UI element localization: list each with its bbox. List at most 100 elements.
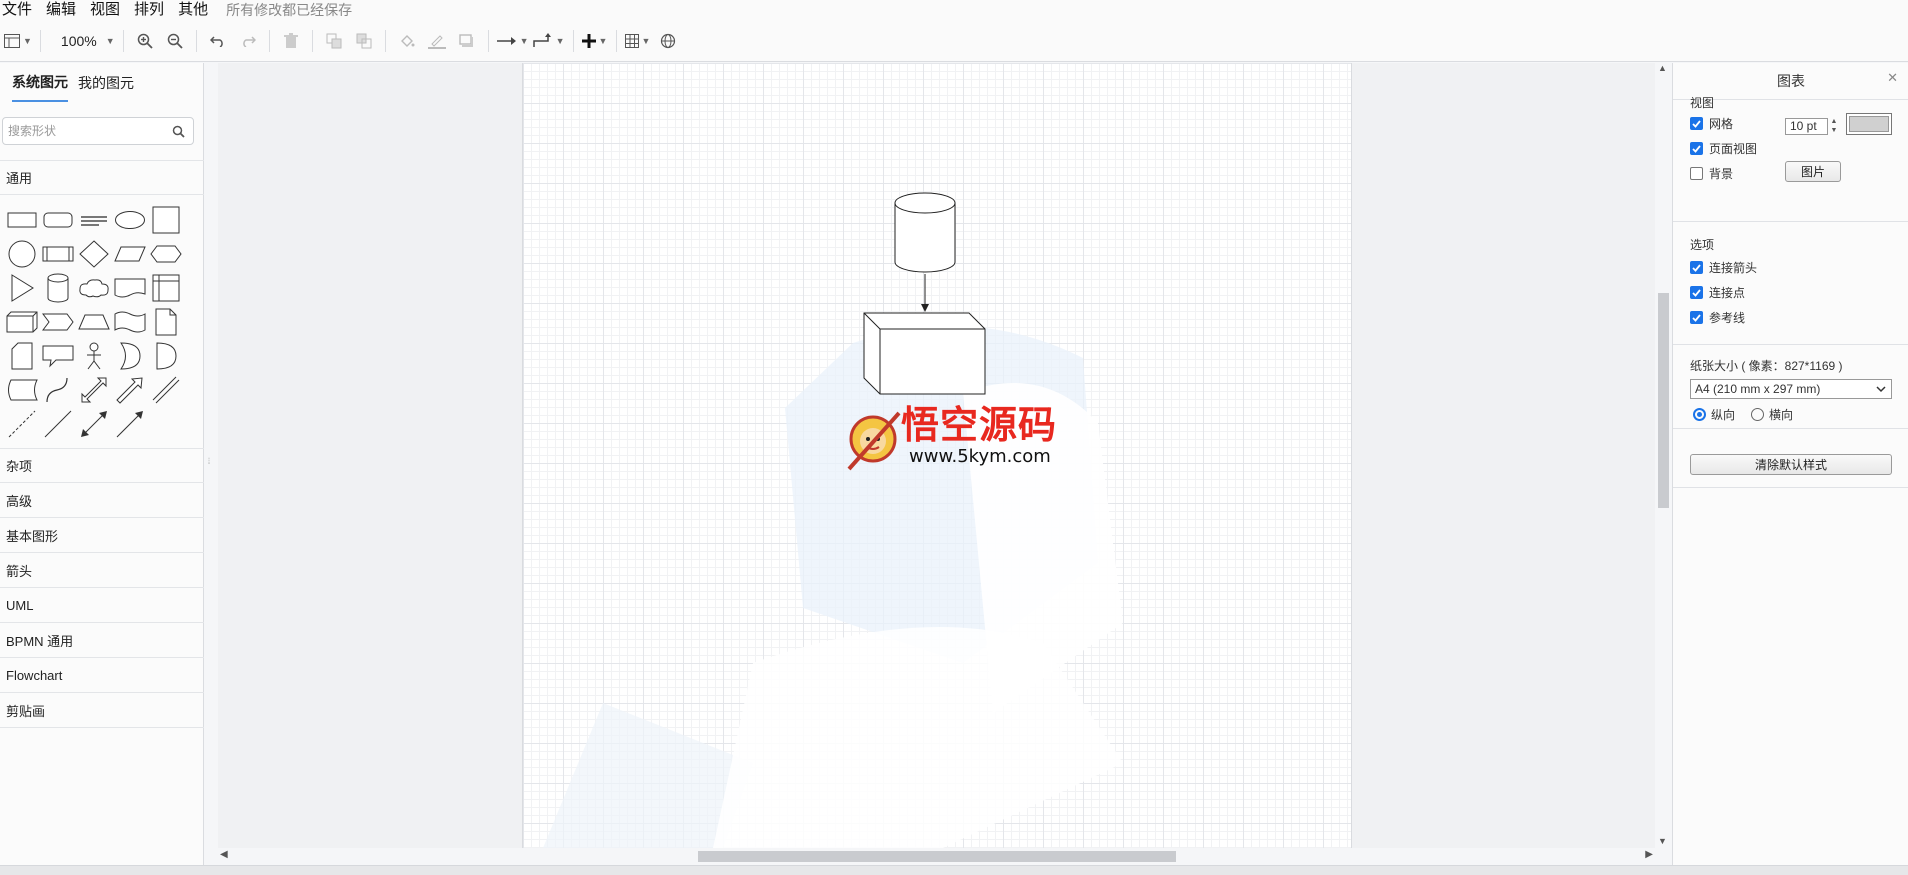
shape-circle[interactable]: [4, 237, 40, 271]
scroll-down-icon[interactable]: ▼: [1658, 836, 1667, 846]
category-uml[interactable]: UML: [0, 588, 204, 623]
menu-file[interactable]: 文件: [0, 1, 40, 19]
connection-points-checkbox[interactable]: [1690, 286, 1703, 299]
shape-rounded-rectangle[interactable]: [40, 203, 76, 237]
shape-ellipse[interactable]: [112, 203, 148, 237]
grid-size-stepper[interactable]: ▲ ▼: [1828, 117, 1840, 136]
close-icon[interactable]: ✕: [1887, 70, 1898, 86]
cylinder-shape[interactable]: [894, 192, 956, 274]
shape-bidirectional-arrow[interactable]: [76, 373, 112, 407]
connection-arrows-row[interactable]: 连接箭头: [1690, 259, 1757, 276]
redo-button[interactable]: [235, 26, 261, 56]
clear-default-style-button[interactable]: 清除默认样式: [1690, 454, 1892, 475]
shape-bidirectional-connector[interactable]: [76, 407, 112, 441]
connection-arrows-checkbox[interactable]: [1690, 261, 1703, 274]
category-bpmn[interactable]: BPMN 通用: [0, 623, 204, 658]
shape-process[interactable]: [40, 237, 76, 271]
background-checkbox-row[interactable]: 背景: [1690, 165, 1733, 182]
to-back-button[interactable]: [351, 26, 377, 56]
zoom-out-button[interactable]: [162, 26, 188, 56]
page-view-checkbox[interactable]: [1690, 142, 1703, 155]
shape-trapezoid[interactable]: [76, 305, 112, 339]
shape-diamond[interactable]: [76, 237, 112, 271]
shape-text[interactable]: [76, 203, 112, 237]
diagram-page[interactable]: 悟空源码 www.5kym.com: [522, 63, 1352, 848]
grid-size-input[interactable]: 10 pt: [1785, 118, 1828, 135]
horizontal-scrollbar[interactable]: ◀ ▶: [218, 848, 1655, 865]
waypoints-button[interactable]: ▼: [532, 26, 565, 56]
shape-rectangle[interactable]: [4, 203, 40, 237]
guides-checkbox[interactable]: [1690, 311, 1703, 324]
shape-note[interactable]: [148, 305, 184, 339]
sidebar-splitter[interactable]: ⦙: [204, 63, 218, 865]
landscape-radio-row[interactable]: 横向: [1751, 406, 1793, 423]
delete-button[interactable]: [278, 26, 304, 56]
shape-triangle[interactable]: [4, 271, 40, 305]
shape-internal-storage[interactable]: [148, 271, 184, 305]
scroll-left-icon[interactable]: ◀: [220, 849, 228, 860]
portrait-radio-row[interactable]: 纵向: [1693, 406, 1735, 423]
menu-view[interactable]: 视图: [84, 1, 128, 19]
shadow-button[interactable]: [454, 26, 480, 56]
splitter-handle-icon[interactable]: ⦙: [208, 456, 210, 467]
scroll-up-icon[interactable]: ▲: [1658, 63, 1667, 73]
search-input[interactable]: [3, 124, 168, 138]
fill-color-button[interactable]: [394, 26, 420, 56]
grid-checkbox[interactable]: [1690, 117, 1703, 130]
insert-button[interactable]: ▼: [581, 26, 608, 56]
shape-step[interactable]: [40, 305, 76, 339]
language-button[interactable]: [655, 26, 681, 56]
shape-line[interactable]: [40, 407, 76, 441]
shape-hexagon[interactable]: [148, 237, 184, 271]
shape-actor[interactable]: [76, 339, 112, 373]
grid-color-button[interactable]: [1846, 113, 1892, 135]
shape-data-storage[interactable]: [4, 373, 40, 407]
shape-document[interactable]: [112, 271, 148, 305]
zoom-in-button[interactable]: [132, 26, 158, 56]
category-arrows[interactable]: 箭头: [0, 553, 204, 588]
shape-square[interactable]: [148, 203, 184, 237]
panels-button[interactable]: ▼: [4, 26, 32, 56]
shape-and[interactable]: [148, 339, 184, 373]
shape-cylinder[interactable]: [40, 271, 76, 305]
shape-or[interactable]: [112, 339, 148, 373]
shape-card[interactable]: [4, 339, 40, 373]
paper-size-select[interactable]: A4 (210 mm x 297 mm): [1690, 379, 1892, 399]
category-misc[interactable]: 杂项: [0, 448, 204, 483]
diagram-canvas[interactable]: 悟空源码 www.5kym.com: [218, 63, 1655, 848]
menu-extras[interactable]: 其他: [172, 1, 216, 19]
menu-arrange[interactable]: 排列: [128, 1, 172, 19]
shape-link[interactable]: [148, 373, 184, 407]
connection-points-row[interactable]: 连接点: [1690, 284, 1745, 301]
shape-callout[interactable]: [40, 339, 76, 373]
connection-style-button[interactable]: ▼: [496, 26, 529, 56]
tab-my-shapes[interactable]: 我的图元: [78, 65, 134, 101]
shape-cloud[interactable]: [76, 271, 112, 305]
landscape-radio[interactable]: [1751, 408, 1764, 421]
horizontal-scroll-thumb[interactable]: [698, 851, 1176, 862]
category-basic[interactable]: 基本图形: [0, 518, 204, 553]
tab-system-shapes[interactable]: 系统图元: [12, 64, 68, 102]
vertical-scrollbar[interactable]: ▲ ▼: [1655, 63, 1672, 848]
shape-directional-connector[interactable]: [112, 407, 148, 441]
connector-arrow[interactable]: [919, 274, 931, 314]
category-advanced[interactable]: 高级: [0, 483, 204, 518]
menu-edit[interactable]: 编辑: [40, 1, 84, 19]
shape-dashed-line[interactable]: [4, 407, 40, 441]
shape-curve[interactable]: [40, 373, 76, 407]
portrait-radio[interactable]: [1693, 408, 1706, 421]
category-flowchart[interactable]: Flowchart: [0, 658, 204, 693]
guides-row[interactable]: 参考线: [1690, 309, 1745, 326]
grid-checkbox-row[interactable]: 网格: [1690, 115, 1733, 132]
category-clipart[interactable]: 剪贴画: [0, 693, 204, 728]
vertical-scroll-thumb[interactable]: [1658, 293, 1669, 508]
cube-shape[interactable]: [863, 312, 987, 396]
to-front-button[interactable]: [321, 26, 347, 56]
zoom-dropdown[interactable]: 100% ▼: [55, 26, 115, 56]
background-image-button[interactable]: 图片: [1785, 161, 1841, 182]
page-view-checkbox-row[interactable]: 页面视图: [1690, 140, 1757, 157]
shape-parallelogram[interactable]: [112, 237, 148, 271]
table-button[interactable]: ▼: [624, 26, 651, 56]
undo-button[interactable]: [205, 26, 231, 56]
background-checkbox[interactable]: [1690, 167, 1703, 180]
